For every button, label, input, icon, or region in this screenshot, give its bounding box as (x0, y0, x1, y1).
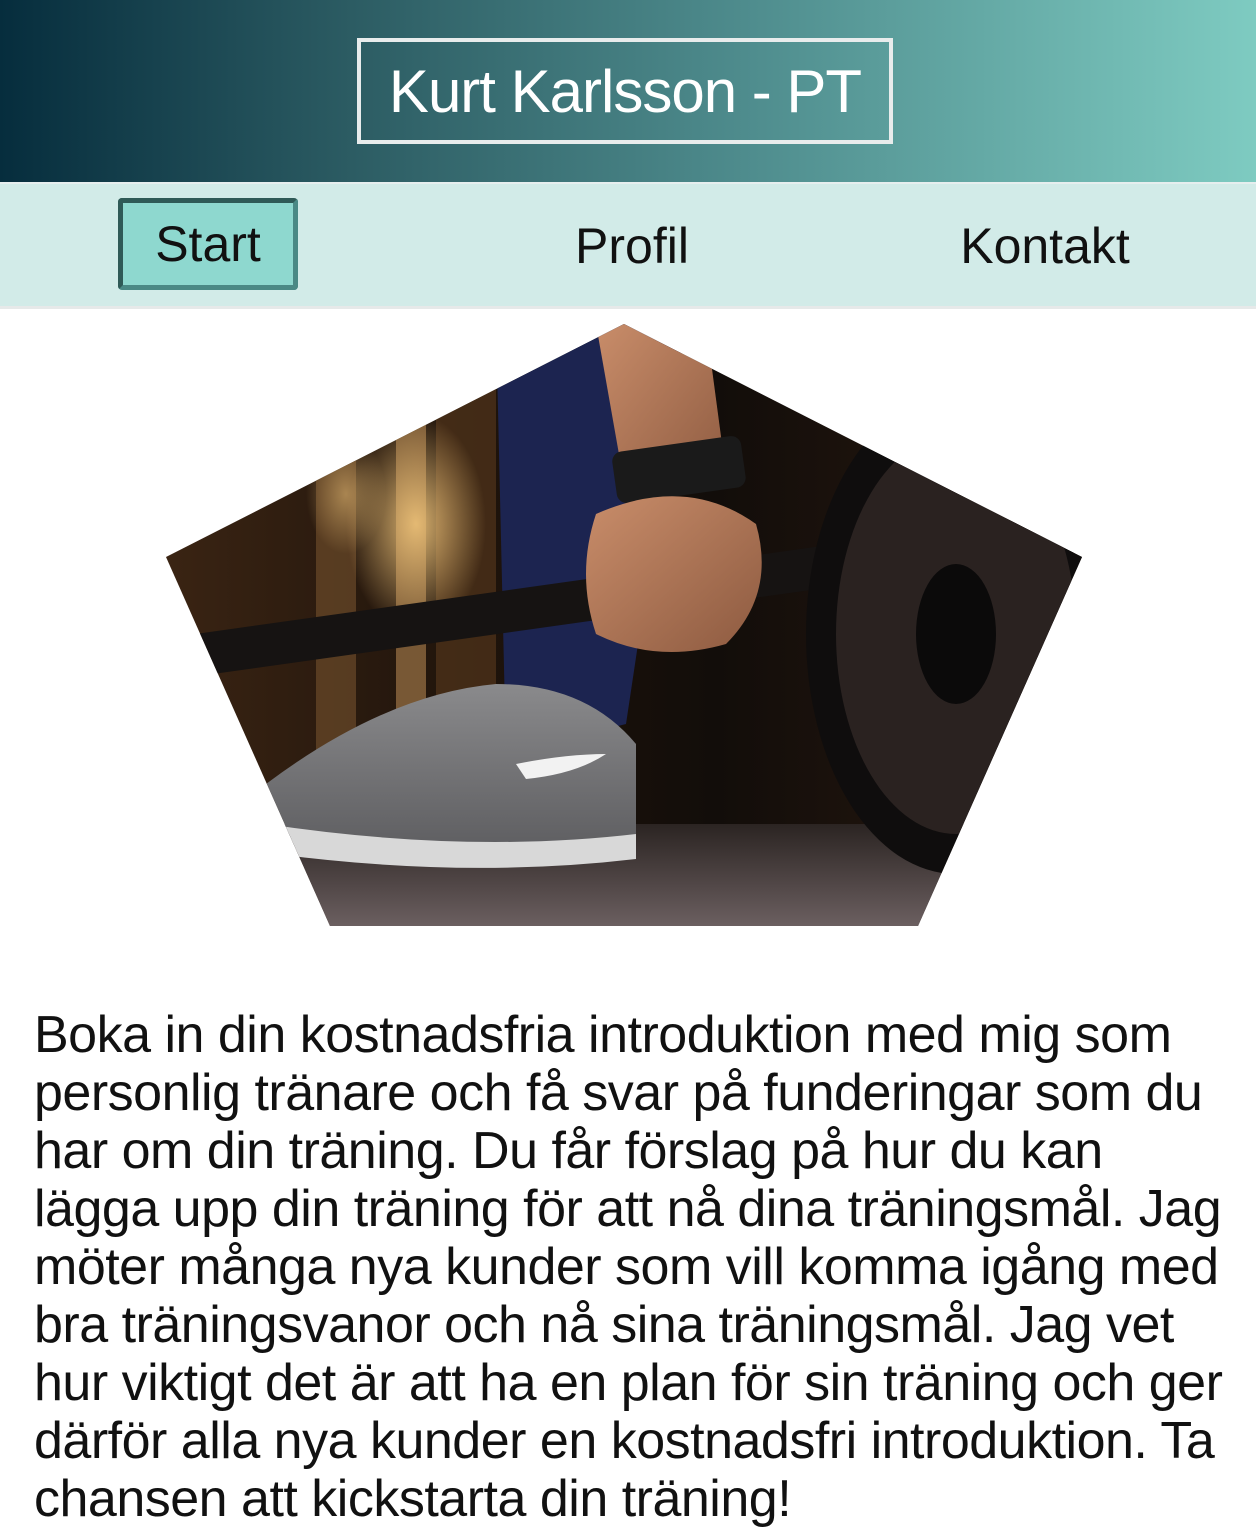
site-title: Kurt Karlsson - PT (357, 38, 893, 144)
hero-image (166, 324, 1082, 926)
hero-photo-pentagon (166, 324, 1082, 926)
intro-text: Boka in din kostnadsfria introduktion me… (34, 1006, 1223, 1528)
nav-item-kontakt[interactable]: Kontakt (940, 198, 1150, 294)
nav-item-start[interactable]: Start (118, 198, 298, 290)
site-header: Kurt Karlsson - PT (0, 0, 1256, 182)
main-nav: Start Profil Kontakt (0, 182, 1256, 309)
nav-item-profil[interactable]: Profil (552, 198, 712, 294)
